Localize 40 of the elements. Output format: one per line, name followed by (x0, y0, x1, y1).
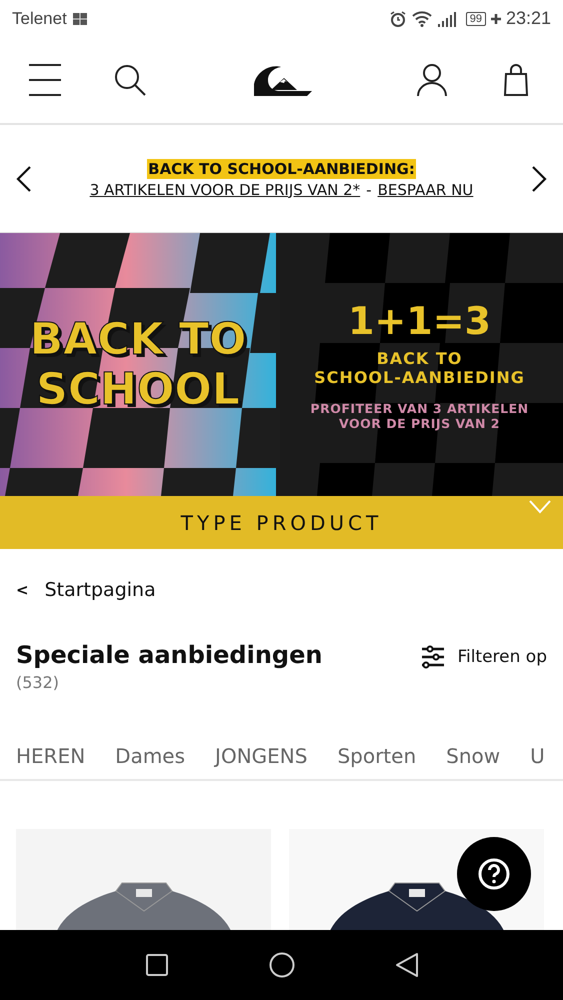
charging-icon (490, 14, 501, 24)
separator-text: - (366, 180, 372, 198)
wifi-icon (412, 10, 432, 26)
category-tab[interactable]: U (530, 744, 545, 768)
category-tab[interactable]: Snow (446, 744, 500, 768)
category-tab[interactable]: Sporten (337, 744, 416, 768)
clock-time: 23:21 (506, 8, 551, 29)
sliders-icon (421, 645, 446, 669)
filter-button[interactable]: Filteren op (421, 645, 547, 669)
banner-detail: PROFITEER VAN 3 ARTIKELEN (310, 400, 529, 416)
banner-equation: 1+1=3 (348, 298, 491, 342)
chevron-left-icon[interactable] (16, 164, 32, 192)
wave-mountain-logo[interactable] (254, 64, 312, 96)
recents-icon[interactable] (144, 953, 168, 977)
result-count: (532) (16, 673, 60, 692)
breadcrumb-link[interactable]: < Startpagina (16, 579, 156, 601)
sim-icon (72, 12, 88, 26)
home-icon[interactable] (268, 952, 294, 978)
question-icon (478, 858, 510, 890)
back-icon[interactable] (394, 952, 418, 978)
category-tab[interactable]: HEREN (16, 744, 86, 768)
shopping-bag-icon[interactable] (503, 64, 529, 96)
banner-detail: VOOR DE PRIJS VAN 2 (339, 416, 500, 430)
category-tab[interactable]: Dames (115, 744, 186, 768)
product-type-dropdown[interactable]: TYPE PRODUCT (0, 496, 563, 549)
signal-icon (436, 10, 457, 26)
chevron-right-icon[interactable] (530, 164, 547, 192)
offer-link[interactable]: 3 ARTIKELEN VOOR DE PRIJS VAN 2* (90, 180, 360, 198)
page-title: Speciale aanbiedingen (16, 641, 322, 669)
battery-indicator: 99 (466, 12, 486, 26)
banner-subtitle: BACK TO (376, 348, 462, 368)
category-tab[interactable]: JONGENS (215, 744, 308, 768)
carrier-name: Telenet (12, 8, 67, 28)
account-icon[interactable] (417, 64, 447, 96)
banner-subtitle: SCHOOL-AANBIEDING (314, 368, 525, 386)
alarm-icon (388, 10, 407, 28)
menu-icon[interactable] (28, 64, 62, 96)
promo-headline: BACK TO SCHOOL-AANBIEDING: (147, 158, 416, 178)
search-icon[interactable] (114, 64, 148, 96)
save-now-link[interactable]: BESPAAR NU (378, 180, 474, 198)
